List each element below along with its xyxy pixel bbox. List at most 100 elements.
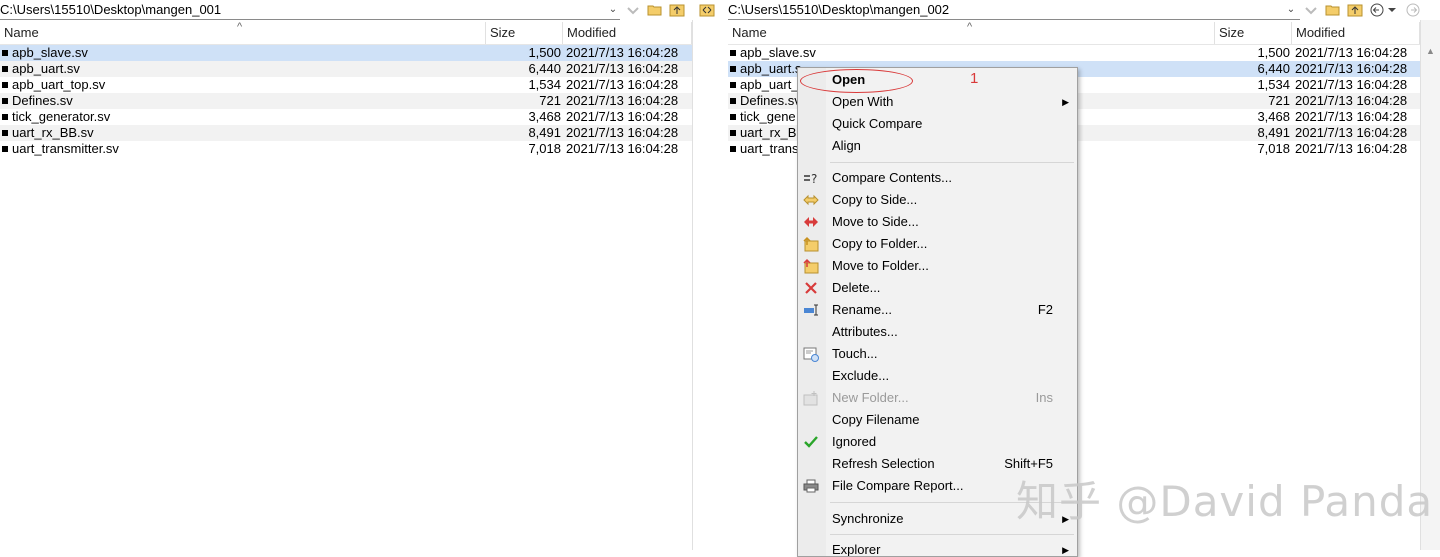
file-modified: 2021/7/13 16:04:28 (566, 109, 679, 124)
file-row[interactable]: apb_slave.sv 1,500 2021/7/13 16:04:28 (728, 45, 1420, 61)
file-name: apb_uart.sv (2, 61, 80, 77)
forward-icon[interactable] (1404, 1, 1422, 19)
menu-item-copy-filename[interactable]: Copy Filename (798, 409, 1077, 431)
left-col-name-header[interactable]: Name (0, 22, 486, 44)
file-size: 1,534 (1257, 77, 1290, 92)
file-status-marker-icon (2, 145, 8, 152)
menu-item-open-with[interactable]: Open With ▶ (798, 91, 1077, 113)
right-path-input[interactable] (728, 0, 1300, 20)
file-modified: 2021/7/13 16:04:28 (566, 141, 679, 156)
left-path-input[interactable] (0, 0, 620, 20)
file-size: 3,468 (528, 109, 561, 124)
watermark: 知乎 @David Panda (1016, 477, 1434, 526)
menu-item-attributes-label: Attributes... (832, 324, 898, 339)
rename-shortcut: F2 (1037, 302, 1053, 317)
right-col-size-header[interactable]: Size (1215, 22, 1292, 44)
menu-item-compare-contents[interactable]: ? Compare Contents... (798, 167, 1077, 189)
file-row[interactable]: apb_uart_top.sv 1,534 2021/7/13 16:04:28 (0, 77, 692, 93)
menu-item-ignored[interactable]: Ignored (798, 431, 1077, 453)
move-to-folder-icon (803, 258, 819, 274)
file-modified: 2021/7/13 16:04:28 (566, 125, 679, 140)
scroll-up-icon[interactable]: ▲ (1426, 46, 1435, 56)
menu-item-move-to-folder[interactable]: Move to Folder... (798, 255, 1077, 277)
menu-item-exclude[interactable]: Exclude... (798, 365, 1077, 387)
menu-item-touch-label: Touch... (832, 346, 878, 361)
file-status-marker-icon (730, 129, 736, 136)
left-previous-folder-icon[interactable] (624, 1, 642, 19)
menu-item-move-to-side[interactable]: Move to Side... (798, 211, 1077, 233)
file-size: 721 (539, 93, 561, 108)
file-name: tick_gene (730, 109, 796, 125)
file-name-text: Defines.sv (12, 93, 73, 108)
file-name-text: apb_uart.s (740, 61, 802, 76)
new-folder-icon (803, 390, 819, 406)
file-name-text: apb_slave.sv (740, 45, 816, 60)
menu-item-quick-compare[interactable]: Quick Compare (798, 113, 1077, 135)
menu-item-copy-to-folder-label: Copy to Folder... (832, 236, 928, 251)
delete-x-icon (803, 280, 819, 296)
file-name: apb_slave.sv (730, 45, 816, 61)
right-browse-folder-icon[interactable] (1324, 1, 1342, 19)
left-browse-folder-icon[interactable] (646, 1, 664, 19)
menu-item-delete[interactable]: Delete... (798, 277, 1077, 299)
menu-item-explorer[interactable]: Explorer ▶ (798, 539, 1077, 556)
left-path-bar: ⌄ (0, 0, 715, 20)
file-row[interactable]: apb_uart.sv 6,440 2021/7/13 16:04:28 (0, 61, 692, 77)
menu-item-rename[interactable]: Rename... F2 (798, 299, 1077, 321)
file-name: uart_rx_BB.sv (2, 125, 94, 141)
file-status-marker-icon (730, 49, 736, 56)
file-size: 1,500 (528, 45, 561, 60)
file-status-marker-icon (730, 145, 736, 152)
copy-to-side-icon (803, 192, 819, 208)
right-col-modified-header[interactable]: Modified (1292, 22, 1420, 44)
menu-item-open-with-label: Open With (832, 94, 894, 109)
left-folder-pane: ⌄ Name ^ Size Modified apb_slave.sv 1,500… (0, 0, 715, 550)
file-name-text: tick_gene (740, 109, 796, 124)
menu-item-copy-to-folder[interactable]: Copy to Folder... (798, 233, 1077, 255)
right-column-header: Name ^ Size Modified (728, 21, 1420, 45)
file-modified: 2021/7/13 16:04:28 (1295, 61, 1408, 76)
left-col-modified-header[interactable]: Modified (563, 22, 692, 44)
right-path-dropdown[interactable]: ⌄ (1284, 2, 1298, 18)
touch-clock-icon (803, 346, 819, 362)
menu-item-align-label: Align (832, 138, 861, 153)
menu-item-rename-label: Rename... (832, 302, 892, 317)
file-name: tick_generator.sv (2, 109, 110, 125)
file-modified: 2021/7/13 16:04:28 (1295, 45, 1408, 60)
file-status-marker-icon (2, 97, 8, 104)
swap-sides-icon[interactable] (698, 1, 716, 19)
menu-item-attributes[interactable]: Attributes... (798, 321, 1077, 343)
new-folder-shortcut: Ins (1035, 390, 1053, 405)
file-status-marker-icon (2, 81, 8, 88)
file-row[interactable]: tick_generator.sv 3,468 2021/7/13 16:04:28 (0, 109, 692, 125)
menu-item-new-folder[interactable]: New Folder... Ins (798, 387, 1077, 409)
sort-ascending-icon: ^ (237, 21, 243, 33)
file-row[interactable]: apb_slave.sv 1,500 2021/7/13 16:04:28 (0, 45, 692, 61)
file-row[interactable]: uart_transmitter.sv 7,018 2021/7/13 16:04:… (0, 141, 692, 157)
left-col-size-header[interactable]: Size (486, 22, 563, 44)
menu-item-exclude-label: Exclude... (832, 368, 890, 383)
menu-item-copy-to-side[interactable]: Copy to Side... (798, 189, 1077, 211)
left-parent-folder-icon[interactable] (668, 1, 686, 19)
file-name: uart_trans (730, 141, 799, 157)
file-name: apb_uart_top.sv (2, 77, 105, 93)
file-status-marker-icon (730, 81, 736, 88)
right-path-bar: ⌄ (728, 0, 1440, 20)
menu-item-align[interactable]: Align (798, 135, 1077, 157)
file-size: 7,018 (528, 141, 561, 156)
file-name: apb_uart.s (730, 61, 801, 77)
file-modified: 2021/7/13 16:04:28 (566, 61, 679, 76)
menu-item-move-to-folder-label: Move to Folder... (832, 258, 929, 273)
menu-item-touch[interactable]: Touch... (798, 343, 1077, 365)
file-name-text: apb_uart_top.sv (12, 77, 106, 92)
back-icon[interactable] (1368, 1, 1386, 19)
right-parent-folder-icon[interactable] (1346, 1, 1364, 19)
svg-text:?: ? (811, 172, 817, 186)
file-row[interactable]: uart_rx_BB.sv 8,491 2021/7/13 16:04:28 (0, 125, 692, 141)
menu-item-refresh-selection-label: Refresh Selection (832, 456, 935, 471)
menu-item-synchronize-label: Synchronize (832, 511, 904, 526)
file-row[interactable]: Defines.sv 721 2021/7/13 16:04:28 (0, 93, 692, 109)
left-path-dropdown[interactable]: ⌄ (606, 2, 620, 18)
right-previous-folder-icon[interactable] (1302, 1, 1320, 19)
back-dropdown-icon[interactable] (1386, 1, 1398, 19)
